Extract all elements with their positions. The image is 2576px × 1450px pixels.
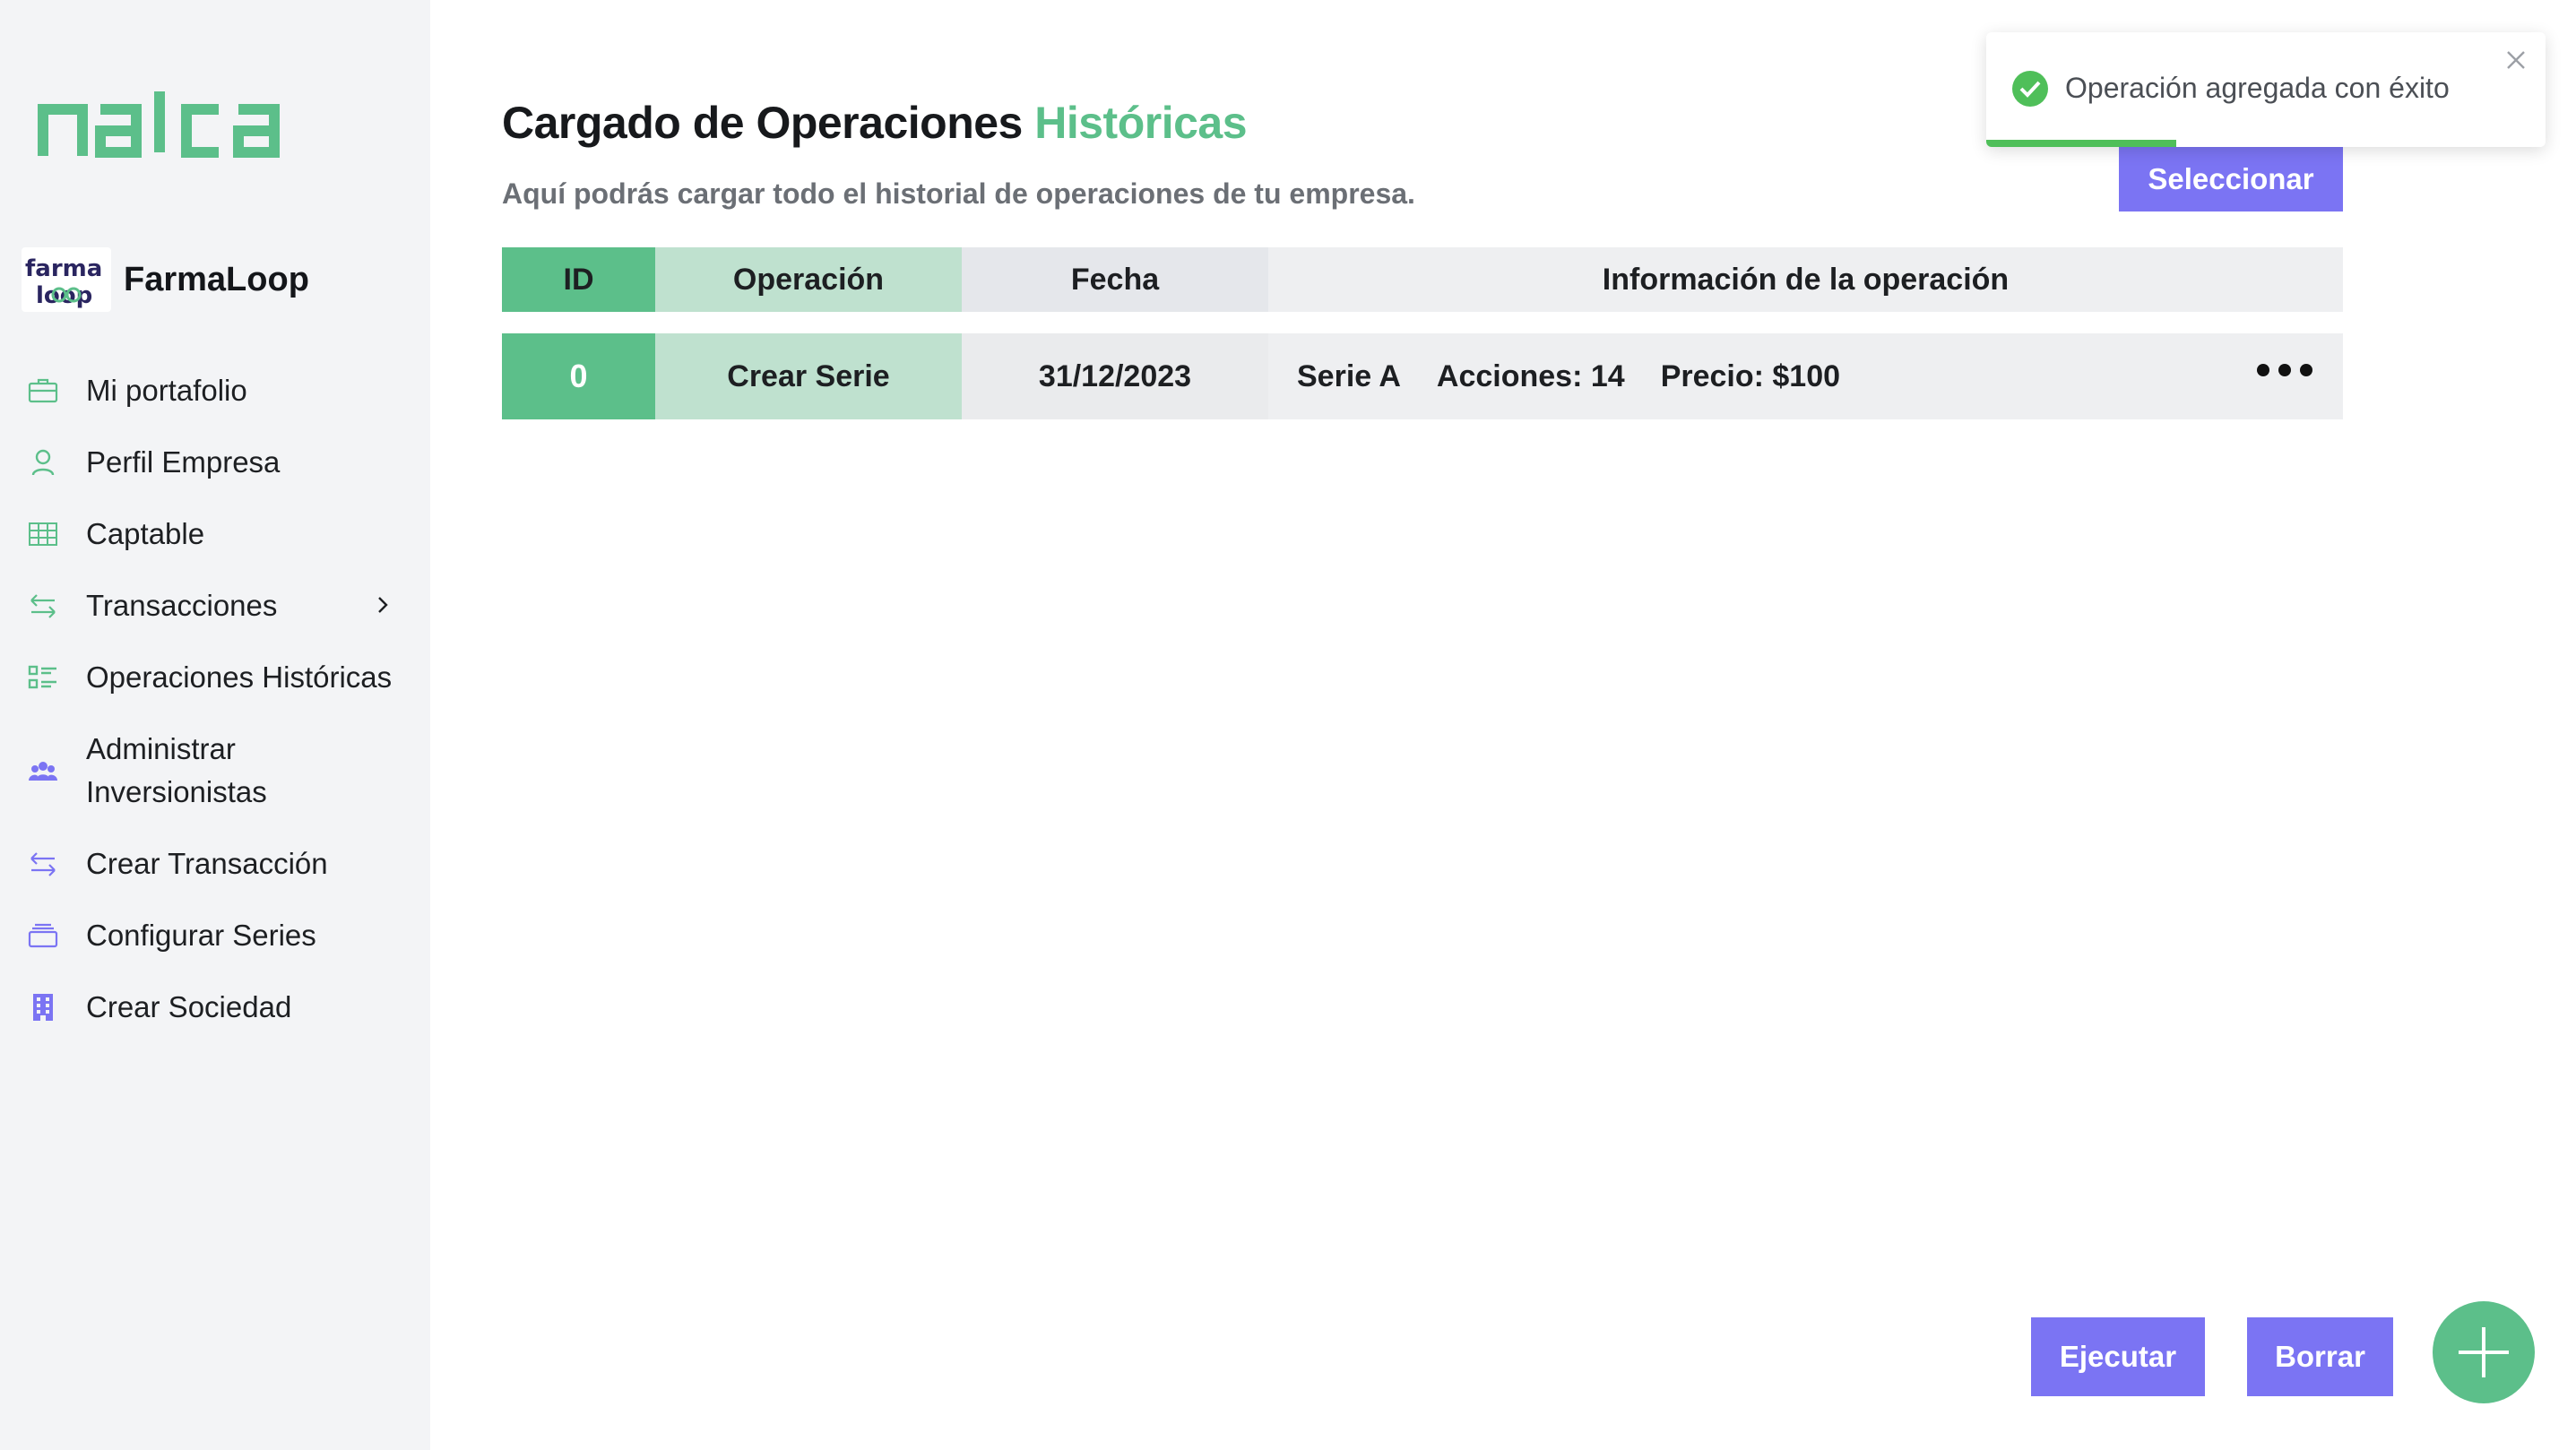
table-icon — [27, 518, 59, 550]
column-header-info: Información de la operación — [1268, 247, 2343, 312]
transfer-icon — [27, 590, 59, 622]
row-info-series: Serie A — [1297, 358, 1401, 393]
row-id: 0 — [502, 333, 655, 419]
row-info-shares: Acciones: 14 — [1436, 358, 1625, 393]
svg-text:farma: farma — [25, 255, 102, 282]
sidebar-item-label: Perfil Empresa — [86, 445, 281, 479]
sidebar-item-label: Administrar Inversionistas — [86, 732, 267, 808]
table-row[interactable]: 0 Crear Serie 31/12/2023 Serie A Accione… — [502, 333, 2343, 419]
sidebar-item-captable[interactable]: Captable — [0, 498, 430, 570]
sidebar-item-label: Crear Transacción — [86, 847, 328, 880]
sidebar-item-label: Configurar Series — [86, 919, 316, 952]
sidebar-item-label: Transacciones — [86, 589, 278, 622]
row-operation: Crear Serie — [655, 333, 962, 419]
sidebar-item-label: Crear Sociedad — [86, 990, 292, 1023]
transfer-icon — [27, 848, 59, 880]
sidebar-item-label: Operaciones Históricas — [86, 660, 393, 694]
select-button[interactable]: Seleccionar — [2119, 147, 2343, 211]
company-switcher[interactable]: farma loop FarmaLoop — [22, 247, 309, 312]
sidebar-item-transacciones[interactable]: Transacciones — [0, 570, 430, 642]
sidebar: farma loop FarmaLoop Mi portafolio Perfi — [0, 0, 430, 1450]
check-circle-icon — [2011, 70, 2049, 112]
plus-icon — [2459, 1327, 2509, 1377]
row-date: 31/12/2023 — [962, 333, 1268, 419]
stack-icon — [27, 919, 59, 952]
brand-logo[interactable] — [36, 86, 289, 162]
sidebar-item-crear-transaccion[interactable]: Crear Transacción — [0, 828, 430, 900]
table-header: ID Operación Fecha Información de la ope… — [502, 247, 2343, 312]
checklist-icon — [27, 661, 59, 694]
column-header-operation: Operación — [655, 247, 962, 312]
column-header-date: Fecha — [962, 247, 1268, 312]
close-icon[interactable] — [2504, 48, 2528, 76]
sidebar-item-mi-portafolio[interactable]: Mi portafolio — [0, 355, 430, 427]
page-subtitle: Aquí podrás cargar todo el historial de … — [502, 177, 1415, 210]
sidebar-item-configurar-series[interactable]: Configurar Series — [0, 900, 430, 971]
group-icon — [27, 755, 59, 787]
row-info-price: Precio: $100 — [1660, 358, 1841, 393]
sidebar-item-administrar-inversionistas[interactable]: Administrar Inversionistas — [0, 713, 430, 828]
page-title: Cargado de Operaciones Históricas — [502, 97, 1248, 149]
sidebar-item-label: Captable — [86, 517, 205, 550]
company-name: FarmaLoop — [124, 260, 309, 298]
sidebar-item-label: Mi portafolio — [86, 374, 247, 407]
toast-message: Operación agregada con éxito — [2065, 72, 2450, 104]
success-toast: Operación agregada con éxito — [1986, 32, 2546, 147]
sidebar-nav: Mi portafolio Perfil Empresa Captable Tr… — [0, 355, 430, 1043]
more-options-icon[interactable] — [2257, 364, 2312, 376]
sidebar-item-operaciones-historicas[interactable]: Operaciones Históricas — [0, 642, 430, 713]
page-title-main: Cargado de Operaciones — [502, 98, 1035, 148]
building-icon — [27, 991, 59, 1023]
add-operation-button[interactable] — [2433, 1301, 2535, 1403]
page-title-accent: Históricas — [1034, 98, 1248, 148]
briefcase-icon — [27, 375, 59, 407]
company-logo: farma loop — [22, 247, 111, 312]
row-info: Serie A Acciones: 14 Precio: $100 — [1268, 333, 2343, 419]
run-button[interactable]: Ejecutar — [2031, 1317, 2205, 1396]
column-header-id: ID — [502, 247, 655, 312]
toast-progress-bar — [1986, 140, 2177, 147]
delete-button[interactable]: Borrar — [2247, 1317, 2393, 1396]
sidebar-item-crear-sociedad[interactable]: Crear Sociedad — [0, 971, 430, 1043]
sidebar-item-perfil-empresa[interactable]: Perfil Empresa — [0, 427, 430, 498]
chevron-right-icon[interactable] — [369, 591, 396, 618]
user-icon — [27, 446, 59, 479]
app-root: farma loop FarmaLoop Mi portafolio Perfi — [0, 0, 2576, 1450]
